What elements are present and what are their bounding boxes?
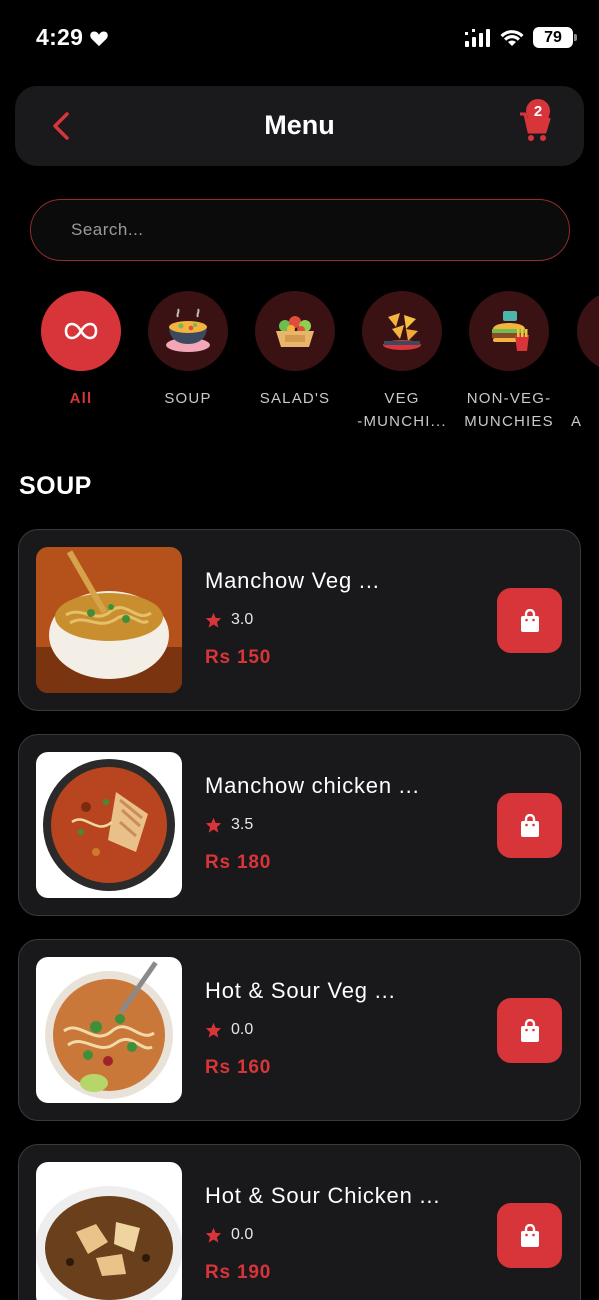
category-label: SOUP [164, 390, 212, 407]
category-label: All [69, 390, 93, 407]
search-input[interactable] [30, 199, 570, 261]
status-indicators: 79 [465, 27, 577, 48]
food-image [36, 957, 182, 1103]
shopping-bag-icon [520, 1223, 539, 1247]
shopping-bag-icon [520, 608, 539, 632]
item-rating: 0.0 [205, 1021, 253, 1039]
category-partial[interactable]: A [561, 291, 599, 433]
menu-item-card[interactable]: Manchow chicken ... 3.5 Rs 180 [18, 734, 581, 916]
item-name: Manchow chicken ... [205, 773, 420, 798]
cart-count-badge: 2 [526, 99, 550, 123]
section-title: SOUP [19, 472, 92, 500]
item-price: Rs 150 [205, 647, 272, 668]
category-icon-circle [577, 291, 599, 371]
category-icon-circle [41, 291, 121, 371]
food-image [36, 547, 182, 693]
item-rating: 3.0 [205, 611, 253, 629]
category-label: NON-VEG- MUNCHIES [464, 390, 554, 430]
battery-indicator: 79 [533, 27, 577, 48]
rating-value: 3.5 [231, 816, 254, 833]
page-title: Menu [264, 110, 335, 140]
category-soup[interactable]: SOUP [133, 291, 243, 410]
add-to-cart-button[interactable] [497, 998, 562, 1063]
item-price: Rs 190 [205, 1262, 272, 1283]
status-time: 4:29 [36, 24, 84, 50]
category-icon-circle [362, 291, 442, 371]
category-non-veg-munchies[interactable]: NON-VEG- MUNCHIES [454, 291, 564, 433]
menu-item-card[interactable]: Hot & Sour Veg ... 0.0 Rs 160 [18, 939, 581, 1121]
category-label: SALAD'S [259, 390, 331, 407]
category-icon-circle [255, 291, 335, 371]
category-label: VEG -MUNCHI... [357, 390, 447, 430]
star-icon [205, 612, 222, 628]
item-name: Hot & Sour Veg ... [205, 978, 396, 1003]
item-price: Rs 180 [205, 852, 272, 873]
menu-item-card[interactable]: Manchow Veg ... 3.0 Rs 150 [18, 529, 581, 711]
category-all[interactable]: All [26, 291, 136, 410]
status-bar: 4:29 79 [0, 0, 599, 76]
nachos-icon [383, 313, 421, 350]
shopping-bag-icon [520, 1018, 539, 1042]
signal-icon [465, 28, 490, 47]
category-salads[interactable]: SALAD'S [240, 291, 350, 410]
shopping-bag-icon [520, 813, 539, 837]
add-to-cart-button[interactable] [497, 1203, 562, 1268]
rating-value: 0.0 [231, 1226, 254, 1243]
salad-bowl-icon [276, 316, 314, 347]
burger-fries-icon [492, 311, 529, 351]
heart-icon [90, 30, 108, 46]
add-to-cart-button[interactable] [497, 793, 562, 858]
item-price: Rs 160 [205, 1057, 272, 1078]
star-icon [205, 1022, 222, 1038]
add-to-cart-button[interactable] [497, 588, 562, 653]
category-icon-circle [148, 291, 228, 371]
food-image [36, 1162, 182, 1300]
category-label: A [571, 413, 583, 430]
wifi-icon [500, 29, 524, 46]
soup-bowl-icon [166, 308, 210, 352]
status-time-group: 4:29 [36, 24, 109, 51]
star-icon [205, 1227, 222, 1243]
rating-value: 0.0 [231, 1021, 254, 1038]
star-icon [205, 817, 222, 833]
infinity-icon [64, 322, 98, 340]
food-image [36, 752, 182, 898]
category-icon-circle [469, 291, 549, 371]
app-header: Menu [15, 86, 584, 166]
rating-value: 3.0 [231, 611, 254, 628]
item-name: Manchow Veg ... [205, 568, 380, 593]
menu-item-card[interactable]: Hot & Sour Chicken ... 0.0 Rs 190 [18, 1144, 581, 1300]
item-rating: 3.5 [205, 816, 253, 834]
item-name: Hot & Sour Chicken ... [205, 1183, 441, 1208]
category-veg-munchies[interactable]: VEG -MUNCHI... [347, 291, 457, 433]
item-rating: 0.0 [205, 1226, 253, 1244]
